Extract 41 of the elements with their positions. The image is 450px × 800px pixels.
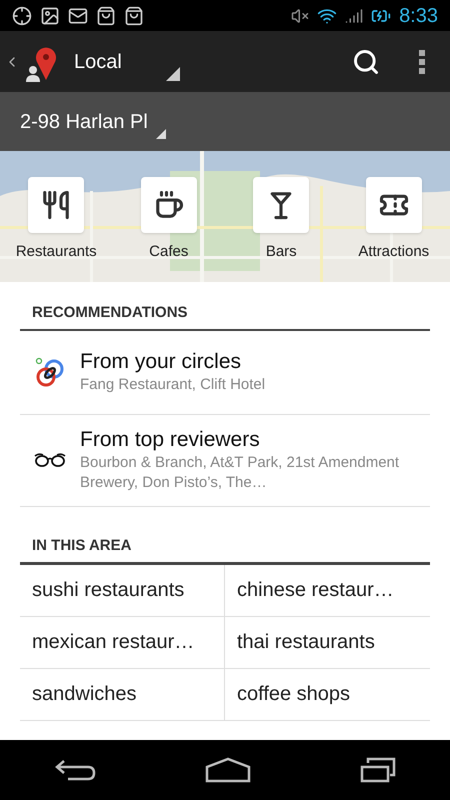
search-suggestion[interactable]: sandwiches: [20, 668, 225, 720]
bag-icon: [124, 6, 144, 26]
recommendation-title: From your circles: [80, 348, 242, 375]
section-heading: RECOMMENDATIONS: [20, 282, 430, 330]
recommendation-title: From top reviewers: [80, 426, 261, 452]
recommendation-row[interactable]: From top reviewers Bourbon & Branch, At&T Park, 21st Amendment Brewery, Don Pisto’s, The…: [20, 414, 430, 507]
search-icon: [352, 48, 380, 76]
back-arrow-icon: [54, 759, 96, 781]
category-button[interactable]: Bars: [225, 177, 338, 264]
bag-icon: [96, 6, 116, 26]
mail-icon: [68, 6, 88, 26]
category-label: Bars: [266, 242, 297, 262]
image-icon: [40, 6, 60, 26]
clock: 8:33: [399, 4, 438, 28]
search-suggestion[interactable]: sushi restaurants: [20, 564, 225, 616]
recent-apps-icon: [360, 757, 396, 783]
utensils-icon: [41, 190, 72, 220]
section-heading: IN THIS AREA: [20, 535, 430, 564]
category-label: Cafes: [149, 242, 188, 262]
search-suggestion[interactable]: chinese restaur…: [225, 564, 430, 616]
search-suggestion[interactable]: mexican restaur…: [20, 616, 225, 668]
glasses-icon: [34, 452, 66, 468]
recommendation-row[interactable]: From your circles Fang Restaurant, Clift Hotel: [20, 330, 430, 414]
dropdown-corner-icon: [156, 128, 166, 138]
category-label: Attractions: [358, 242, 430, 262]
location-icon: [12, 6, 32, 26]
search-suggestion[interactable]: coffee shops: [225, 668, 430, 720]
category-button[interactable]: Cafes: [112, 177, 225, 264]
category-label: Restaurants: [16, 242, 97, 262]
search-suggestion[interactable]: thai restaurants: [225, 616, 430, 668]
recommendation-subtitle: Fang Restaurant, Clift Hotel: [80, 374, 266, 395]
cup-icon: [154, 190, 184, 220]
category-button[interactable]: Restaurants: [0, 177, 112, 264]
home-icon: [204, 757, 251, 783]
mute-icon: [291, 6, 310, 24]
category-button[interactable]: Attractions: [338, 177, 450, 264]
signal-icon: [345, 6, 364, 24]
recommendation-subtitle: Bourbon & Branch, At&T Park, 21st Amendment Brewery, Don Pisto’s, The…: [80, 452, 400, 494]
circles-icon: [34, 356, 66, 388]
more-icon: [419, 50, 425, 74]
address-selector[interactable]: 2-98 Harlan Pl: [0, 92, 450, 151]
